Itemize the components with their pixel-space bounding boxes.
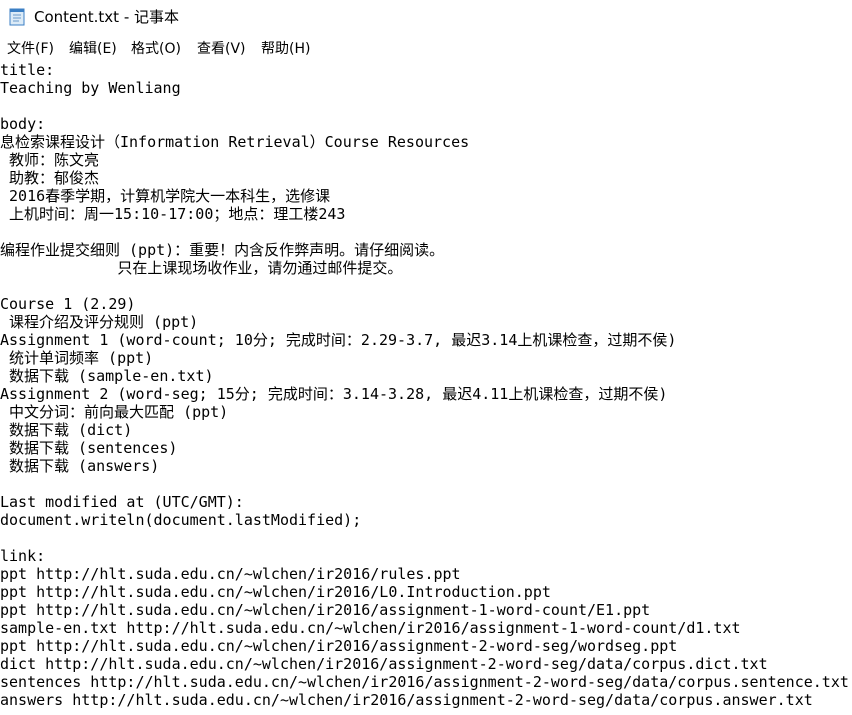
text-line: 息检索课程设计（Information Retrieval）Course Res…	[0, 133, 470, 151]
window-title: Content.txt - 记事本	[34, 8, 180, 26]
text-line: ppt http://hlt.suda.edu.cn/~wlchen/ir201…	[0, 637, 678, 655]
title-bar[interactable]: Content.txt - 记事本	[0, 0, 852, 34]
text-line: 教师：陈文亮	[0, 151, 100, 169]
text-line: 上机时间：周一15:10-17:00；地点：理工楼243	[0, 205, 346, 223]
text-line: Teaching by Wenliang	[0, 79, 181, 97]
menu-file[interactable]: 文件(F)	[7, 40, 54, 58]
menu-format[interactable]: 格式(O)	[131, 40, 181, 58]
text-editor[interactable]: title: Teaching by Wenliang body: 息检索课程设…	[0, 61, 852, 715]
text-line: Assignment 1 (word-count; 10分; 完成时间：2.29…	[0, 331, 677, 349]
text-line: 只在上课现场收作业，请勿通过邮件提交。	[0, 259, 403, 277]
text-line: 数据下载 (sample-en.txt)	[0, 367, 214, 385]
menu-bar: 文件(F) 编辑(E) 格式(O) 查看(V) 帮助(H)	[0, 37, 852, 61]
notepad-icon	[9, 8, 25, 26]
text-line: 数据下载 (sentences)	[0, 439, 178, 457]
text-line	[0, 529, 852, 547]
text-line: dict http://hlt.suda.edu.cn/~wlchen/ir20…	[0, 655, 768, 673]
text-line: 中文分词：前向最大匹配 (ppt)	[0, 403, 229, 421]
text-line	[0, 475, 852, 493]
text-line: ppt http://hlt.suda.edu.cn/~wlchen/ir201…	[0, 601, 651, 619]
text-line: sample-en.txt http://hlt.suda.edu.cn/~wl…	[0, 619, 741, 637]
text-line: 编程作业提交细则 (ppt)：重要！内含反作弊声明。请仔细阅读。	[0, 241, 445, 259]
text-line: 助教：郁俊杰	[0, 169, 100, 187]
text-line: ppt http://hlt.suda.edu.cn/~wlchen/ir201…	[0, 565, 461, 583]
text-line	[0, 277, 852, 295]
text-line: document.writeln(document.lastModified);	[0, 511, 362, 529]
text-line: 2016春季学期，计算机学院大一本科生，选修课	[0, 187, 331, 205]
text-line: sentences http://hlt.suda.edu.cn/~wlchen…	[0, 673, 849, 691]
text-line: Course 1 (2.29)	[0, 295, 136, 313]
text-line: ppt http://hlt.suda.edu.cn/~wlchen/ir201…	[0, 583, 551, 601]
text-line: Last modified at (UTC/GMT):	[0, 493, 244, 511]
text-line: 数据下载 (answers)	[0, 457, 160, 475]
menu-help[interactable]: 帮助(H)	[261, 40, 310, 58]
text-line: 数据下载 (dict)	[0, 421, 133, 439]
menu-view[interactable]: 查看(V)	[197, 40, 246, 58]
text-line: title:	[0, 61, 55, 79]
text-line: 统计单词频率 (ppt)	[0, 349, 154, 367]
text-line: Assignment 2 (word-seg; 15分; 完成时间：3.14-3…	[0, 385, 668, 403]
menu-edit[interactable]: 编辑(E)	[69, 40, 117, 58]
text-line: answers http://hlt.suda.edu.cn/~wlchen/i…	[0, 691, 813, 709]
text-line: link:	[0, 547, 46, 565]
text-line: body:	[0, 115, 46, 133]
text-line	[0, 97, 852, 115]
text-line: 课程介绍及评分规则 (ppt)	[0, 313, 199, 331]
text-line	[0, 223, 852, 241]
